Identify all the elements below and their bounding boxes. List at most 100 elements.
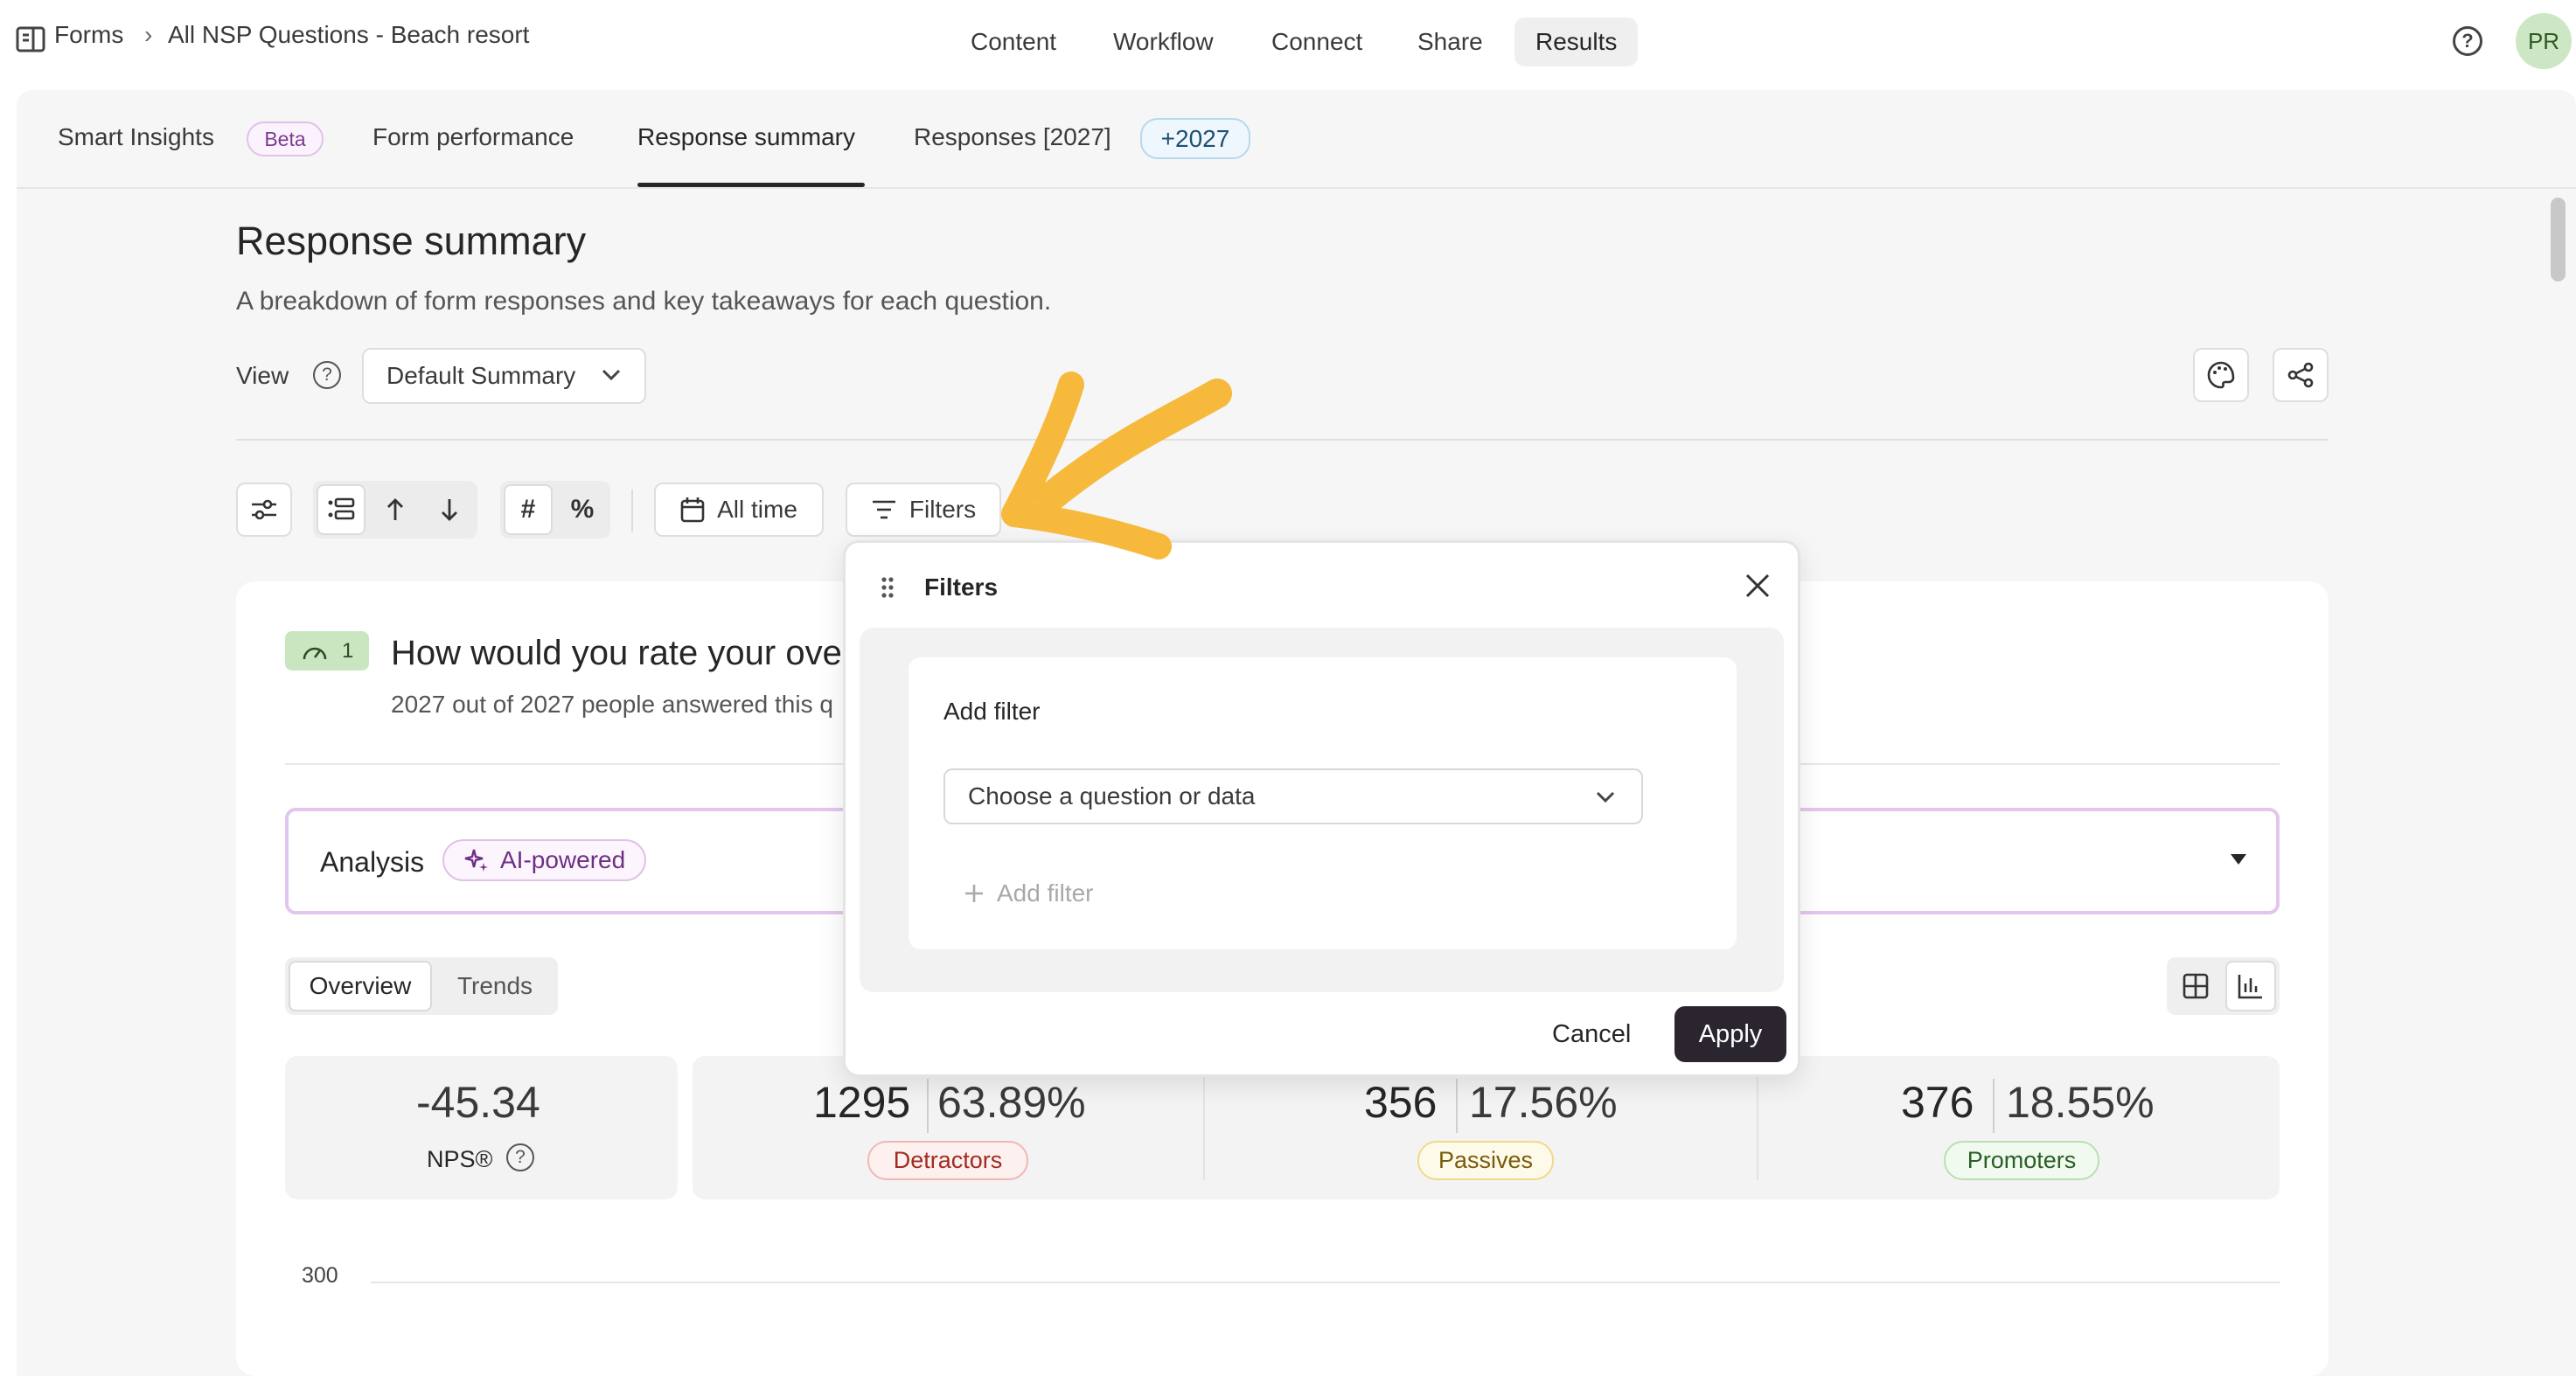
tab-smart-insights[interactable]: Smart Insights: [58, 123, 214, 151]
gauge-icon: [301, 640, 329, 663]
responses-new-badge: +2027: [1140, 118, 1250, 159]
nps-card: -45.34 NPS® ?: [285, 1056, 678, 1199]
calendar-icon: [680, 497, 705, 523]
promoters-percent: 18.55%: [2006, 1078, 2155, 1127]
settings-button[interactable]: [236, 483, 292, 537]
view-select-value: Default Summary: [386, 362, 576, 389]
chart-view-button[interactable]: [2225, 961, 2276, 1011]
question-select-placeholder: Choose a question or data: [968, 782, 1256, 810]
detractors-count: 1295: [813, 1078, 911, 1127]
view-help-icon[interactable]: ?: [313, 361, 341, 389]
question-answered: 2027 out of 2027 people answered this q: [391, 691, 833, 718]
chevron-down-icon: [602, 369, 621, 381]
add-filter-heading: Add filter: [943, 698, 1041, 725]
share-button[interactable]: [2273, 348, 2329, 402]
question-badge: 1: [285, 631, 369, 671]
nps-label: NPS®: [427, 1146, 493, 1172]
filter-icon: [871, 499, 897, 520]
list-icon: [327, 497, 355, 522]
passives-percent: 17.56%: [1469, 1078, 1618, 1127]
beta-badge: Beta: [247, 122, 324, 156]
question-select[interactable]: Choose a question or data: [943, 768, 1643, 824]
nps-value: -45.34: [416, 1078, 540, 1127]
hash-icon: #: [520, 495, 536, 524]
drag-handle-icon[interactable]: [881, 576, 895, 599]
arrow-down-icon: [440, 497, 459, 522]
arrow-up-icon: [386, 497, 405, 522]
toolbar-separator: [631, 490, 633, 532]
promoters-count: 376: [1901, 1078, 1974, 1127]
filters-modal-title: Filters: [924, 573, 999, 601]
share-icon: [2286, 360, 2315, 390]
scrollbar[interactable]: [2551, 198, 2566, 281]
tab-responses[interactable]: Responses [2027]: [914, 123, 1111, 151]
sort-list-button[interactable]: [317, 484, 366, 535]
cancel-button[interactable]: Cancel: [1552, 1020, 1631, 1049]
page-title: Response summary: [236, 219, 587, 263]
sparkles-icon: [463, 847, 490, 873]
breadcrumb-forms[interactable]: Forms: [54, 21, 123, 49]
nav-workflow[interactable]: Workflow: [1092, 17, 1235, 66]
ai-powered-badge: AI-powered: [442, 839, 647, 881]
close-icon[interactable]: [1744, 573, 1771, 599]
breadcrumb-current: All NSP Questions - Beach resort: [168, 21, 530, 48]
ai-powered-label: AI-powered: [500, 846, 626, 873]
view-label: View: [236, 362, 289, 389]
nav-connect[interactable]: Connect: [1250, 17, 1383, 66]
table-view-button[interactable]: [2170, 961, 2221, 1011]
palette-icon: [2206, 360, 2236, 390]
annotation-arrow-icon: [997, 367, 1242, 559]
count-toggle[interactable]: #: [504, 484, 553, 535]
bar-chart-icon: [2238, 973, 2264, 999]
detractors-percent: 63.89%: [937, 1078, 1086, 1127]
plus-icon: [964, 883, 985, 904]
tab-response-summary[interactable]: Response summary: [637, 123, 855, 151]
chart-gridline: [371, 1282, 2280, 1283]
date-range-button[interactable]: All time: [654, 483, 824, 537]
nps-help-icon[interactable]: ?: [506, 1143, 534, 1171]
nav-share[interactable]: Share: [1396, 17, 1504, 66]
filters-label: Filters: [909, 496, 977, 523]
caret-down-icon[interactable]: [2230, 853, 2247, 865]
apply-button[interactable]: Apply: [1674, 1006, 1786, 1062]
promoters-divider: [1993, 1079, 1995, 1133]
add-filter-link-label: Add filter: [997, 879, 1094, 907]
passives-count: 356: [1364, 1078, 1438, 1127]
nps-breakdown: 1295 63.89% Detractors 356 17.56% Passiv…: [693, 1056, 2280, 1199]
question-title: How would you rate your ove: [391, 634, 842, 672]
breadcrumb-separator: ›: [144, 21, 153, 48]
header-divider: [236, 439, 2329, 441]
sort-descending-button[interactable]: [425, 484, 474, 535]
theme-button[interactable]: [2193, 348, 2249, 402]
trends-toggle[interactable]: Trends: [435, 961, 554, 1011]
add-filter-link[interactable]: Add filter: [964, 879, 1094, 907]
detractors-badge: Detractors: [867, 1141, 1028, 1180]
detractors-divider: [927, 1079, 929, 1133]
tab-form-performance[interactable]: Form performance: [372, 123, 574, 151]
sliders-icon: [250, 497, 278, 523]
chart-axis-tick: 300: [302, 1263, 338, 1288]
passives-divider: [1456, 1079, 1458, 1133]
grid-icon: [2183, 973, 2209, 999]
date-range-label: All time: [717, 496, 797, 523]
passives-badge: Passives: [1417, 1141, 1554, 1180]
page-subtitle: A breakdown of form responses and key ta…: [236, 287, 1052, 316]
promoters-badge: Promoters: [1944, 1141, 2099, 1180]
top-bar: Forms › All NSP Questions - Beach resort…: [0, 0, 2576, 82]
nav-content[interactable]: Content: [950, 17, 1077, 66]
nav-results[interactable]: Results: [1514, 17, 1639, 66]
stat-divider-2: [1757, 1075, 1758, 1180]
help-icon[interactable]: ?: [2453, 26, 2482, 56]
forms-icon[interactable]: [16, 26, 45, 52]
avatar[interactable]: PR: [2516, 13, 2572, 69]
analysis-label: Analysis: [320, 846, 425, 878]
view-select[interactable]: Default Summary: [362, 348, 646, 404]
filters-button[interactable]: Filters: [846, 483, 1001, 537]
active-tab-indicator: [637, 183, 865, 187]
sort-ascending-button[interactable]: [371, 484, 420, 535]
stat-divider: [1203, 1075, 1205, 1180]
chevron-down-icon: [1596, 791, 1615, 803]
overview-toggle[interactable]: Overview: [289, 961, 432, 1011]
percent-icon: %: [570, 495, 595, 524]
percent-toggle[interactable]: %: [558, 484, 607, 535]
